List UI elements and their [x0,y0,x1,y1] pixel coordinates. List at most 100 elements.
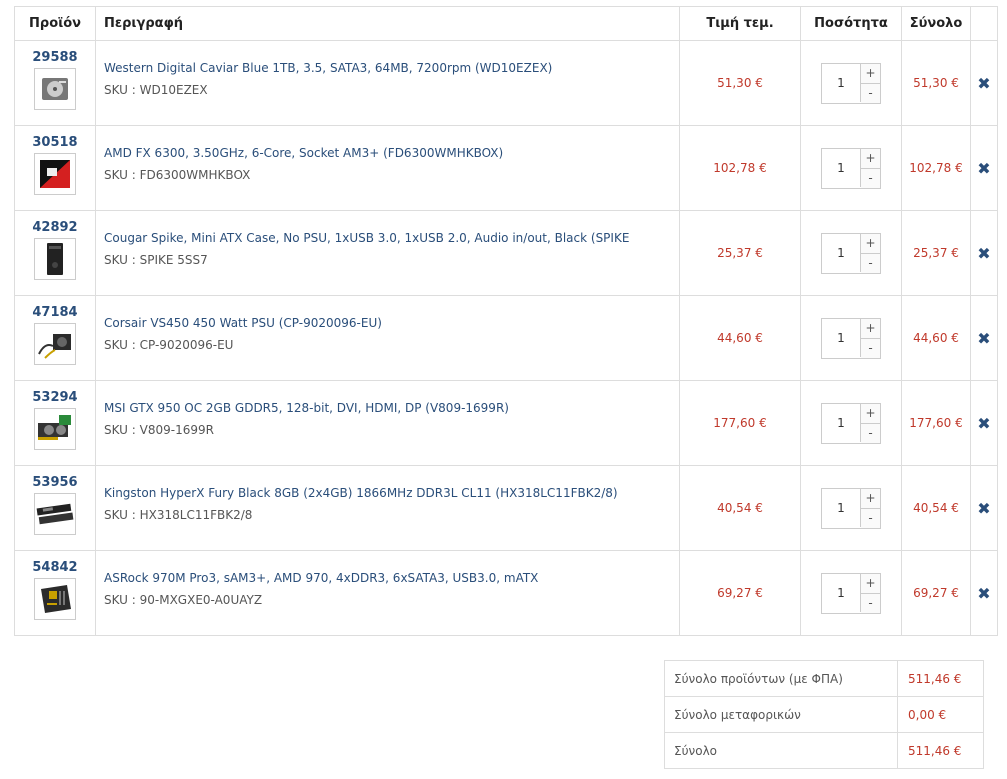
summary-value: 511,46 € [897,660,984,697]
product-code-link[interactable]: 53294 [15,391,95,405]
remove-item-icon[interactable]: ✖ [977,329,990,348]
unit-price: 69,27 € [679,550,801,636]
product-sku: SKU : SPIKE 5SS7 [104,253,208,267]
line-total: 40,54 € [901,465,971,551]
line-total: 177,60 € [901,380,971,466]
product-sku: SKU : HX318LC11FBK2/8 [104,508,253,522]
quantity-stepper: + - [821,62,881,104]
product-thumbnail-motherboard-icon[interactable] [34,578,76,620]
unit-price: 25,37 € [679,210,801,296]
product-thumbnail-hdd-icon[interactable] [34,68,76,110]
quantity-stepper: + - [821,317,881,359]
table-row: 42892 Cougar Spike, Mini ATX Case, No PS… [14,210,998,296]
summary-value: 511,46 € [897,732,984,769]
quantity-input[interactable] [822,63,861,102]
quantity-input[interactable] [822,403,861,442]
line-total: 25,37 € [901,210,971,296]
unit-price: 44,60 € [679,295,801,381]
quantity-input[interactable] [822,488,861,527]
quantity-increase-button[interactable]: + [861,318,880,339]
quantity-stepper: + - [821,147,881,189]
product-name-link[interactable]: AMD FX 6300, 3.50GHz, 6-Core, Socket AM3… [104,145,679,161]
quantity-decrease-button[interactable]: - [861,83,880,103]
line-total: 44,60 € [901,295,971,381]
header-total: Σύνολο [901,6,971,41]
header-product: Προϊόν [14,6,96,41]
product-code-link[interactable]: 47184 [15,306,95,320]
line-total: 69,27 € [901,550,971,636]
product-thumbnail-gpu-icon[interactable] [34,408,76,450]
line-total: 102,78 € [901,125,971,211]
remove-item-icon[interactable]: ✖ [977,414,990,433]
quantity-increase-button[interactable]: + [861,573,880,594]
quantity-increase-button[interactable]: + [861,488,880,509]
remove-item-icon[interactable]: ✖ [977,584,990,603]
unit-price: 51,30 € [679,40,801,126]
quantity-decrease-button[interactable]: - [861,338,880,358]
quantity-input[interactable] [822,318,861,357]
remove-item-icon[interactable]: ✖ [977,74,990,93]
product-thumbnail-cpu-icon[interactable] [34,153,76,195]
product-thumbnail-ram-icon[interactable] [34,493,76,535]
cart-body: 29588 Western Digital Caviar Blue 1TB, 3… [14,40,998,636]
quantity-stepper: + - [821,402,881,444]
table-row: 54842 ASRock 970M Pro3, sAM3+, AMD 970, … [14,550,998,636]
summary-row-total: Σύνολο 511,46 € [664,732,984,769]
summary-row-shipping: Σύνολο μεταφορικών 0,00 € [664,696,984,733]
table-row: 47184 Corsair VS450 450 Watt PSU (CP-902… [14,295,998,381]
product-name-link[interactable]: Cougar Spike, Mini ATX Case, No PSU, 1xU… [104,230,679,246]
table-row: 29588 Western Digital Caviar Blue 1TB, 3… [14,40,998,126]
quantity-decrease-button[interactable]: - [861,593,880,613]
quantity-stepper: + - [821,232,881,274]
quantity-input[interactable] [822,573,861,612]
unit-price: 102,78 € [679,125,801,211]
cart-summary: Σύνολο προϊόντων (με ΦΠΑ) 511,46 € Σύνολ… [664,660,984,769]
header-unit-price: Τιμή τεμ. [679,6,801,41]
product-sku: SKU : WD10EZEX [104,83,208,97]
header-remove [970,6,998,41]
summary-label: Σύνολο [664,732,898,769]
product-code-link[interactable]: 42892 [15,221,95,235]
quantity-increase-button[interactable]: + [861,63,880,84]
product-name-link[interactable]: ASRock 970M Pro3, sAM3+, AMD 970, 4xDDR3… [104,570,679,586]
product-name-link[interactable]: Western Digital Caviar Blue 1TB, 3.5, SA… [104,60,679,76]
line-total: 51,30 € [901,40,971,126]
remove-item-icon[interactable]: ✖ [977,244,990,263]
product-name-link[interactable]: Kingston HyperX Fury Black 8GB (2x4GB) 1… [104,485,679,501]
product-sku: SKU : CP-9020096-EU [104,338,234,352]
quantity-decrease-button[interactable]: - [861,508,880,528]
quantity-stepper: + - [821,572,881,614]
quantity-input[interactable] [822,148,861,187]
product-name-link[interactable]: MSI GTX 950 OC 2GB GDDR5, 128-bit, DVI, … [104,400,679,416]
remove-item-icon[interactable]: ✖ [977,499,990,518]
remove-item-icon[interactable]: ✖ [977,159,990,178]
product-code-link[interactable]: 54842 [15,561,95,575]
summary-row-products: Σύνολο προϊόντων (με ΦΠΑ) 511,46 € [664,660,984,697]
table-row: 30518 AMD FX 6300, 3.50GHz, 6-Core, Sock… [14,125,998,211]
product-thumbnail-case-icon[interactable] [34,238,76,280]
summary-label: Σύνολο προϊόντων (με ΦΠΑ) [664,660,898,697]
unit-price: 40,54 € [679,465,801,551]
product-sku: SKU : V809-1699R [104,423,214,437]
table-row: 53956 Kingston HyperX Fury Black 8GB (2x… [14,465,998,551]
product-name-link[interactable]: Corsair VS450 450 Watt PSU (CP-9020096-E… [104,315,679,331]
quantity-increase-button[interactable]: + [861,233,880,254]
product-code-link[interactable]: 29588 [15,51,95,65]
quantity-decrease-button[interactable]: - [861,168,880,188]
unit-price: 177,60 € [679,380,801,466]
summary-label: Σύνολο μεταφορικών [664,696,898,733]
quantity-input[interactable] [822,233,861,272]
product-thumbnail-psu-icon[interactable] [34,323,76,365]
quantity-increase-button[interactable]: + [861,403,880,424]
product-sku: SKU : 90-MXGXE0-A0UAYZ [104,593,263,607]
product-code-link[interactable]: 53956 [15,476,95,490]
product-sku: SKU : FD6300WMHKBOX [104,168,251,182]
cart-table: Προϊόν Περιγραφή Τιμή τεμ. Ποσότητα Σύνο… [14,6,998,636]
product-code-link[interactable]: 30518 [15,136,95,150]
quantity-decrease-button[interactable]: - [861,423,880,443]
quantity-decrease-button[interactable]: - [861,253,880,273]
quantity-stepper: + - [821,487,881,529]
header-quantity: Ποσότητα [800,6,902,41]
cart-header-row: Προϊόν Περιγραφή Τιμή τεμ. Ποσότητα Σύνο… [14,6,998,41]
quantity-increase-button[interactable]: + [861,148,880,169]
